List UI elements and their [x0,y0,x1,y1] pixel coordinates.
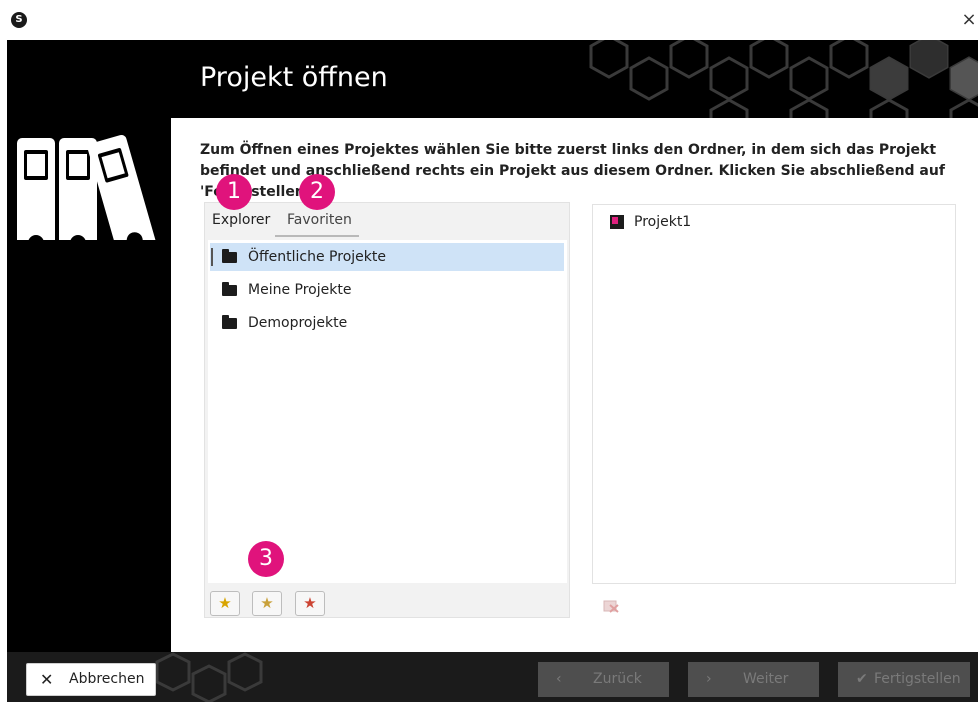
project-list-panel [592,204,956,584]
add-favorite-button[interactable]: ★ [210,591,240,616]
back-button-label: Zurück [593,671,642,687]
remove-favorite-button[interactable]: ★ [295,591,325,616]
folder-item-oeffentliche-projekte[interactable]: Öffentliche Projekte [210,243,564,271]
folder-item-demoprojekte[interactable]: Demoprojekte [220,309,564,337]
folder-item-label: Öffentliche Projekte [248,249,386,265]
cancel-button[interactable]: ✕ Abbrechen [26,663,156,696]
tab-underline [275,235,359,237]
folder-item-label: Demoprojekte [248,315,348,331]
next-button[interactable]: › Weiter [688,662,819,697]
close-window-button[interactable]: × [960,10,978,30]
callout-badge-3: 3 [248,541,284,577]
back-button[interactable]: ‹ Zurück [538,662,669,697]
folder-open-icon [222,249,237,263]
callout-badge-2: 2 [299,174,335,210]
finish-button-label: Fertigstellen [874,671,961,687]
chevron-right-icon: › [706,671,712,687]
folder-open-icon [222,315,237,329]
edit-favorite-button[interactable]: ★ [252,591,282,616]
tab-favoriten[interactable]: Favoriten [287,212,352,228]
project-item-projekt1[interactable]: Projekt1 [634,214,691,230]
tab-explorer[interactable]: Explorer [212,212,270,228]
folder-open-icon [222,282,237,296]
page-title: Projekt öffnen [200,62,388,93]
chevron-left-icon: ‹ [556,671,562,687]
window-titlebar [0,0,978,40]
folder-item-label: Meine Projekte [248,282,352,298]
star-add-icon: ★ [218,594,232,612]
selection-marker [211,248,213,266]
cancel-button-label: Abbrechen [69,671,145,687]
next-button-label: Weiter [743,671,789,687]
folder-item-meine-projekte[interactable]: Meine Projekte [220,276,564,304]
delete-project-icon[interactable] [596,593,626,618]
star-remove-icon: ★ [303,594,317,612]
finish-button[interactable]: ✔ Fertigstellen [838,662,970,697]
project-icon [610,215,624,229]
star-edit-icon: ★ [260,594,274,612]
delete-project-glyph [603,600,619,613]
close-icon: ✕ [40,670,54,689]
binders-illustration-icon [17,134,160,240]
checkmark-icon: ✔ [856,671,868,687]
callout-badge-1: 1 [216,174,252,210]
app-logo-icon: S [11,12,27,28]
sidebar-panel [7,40,171,652]
